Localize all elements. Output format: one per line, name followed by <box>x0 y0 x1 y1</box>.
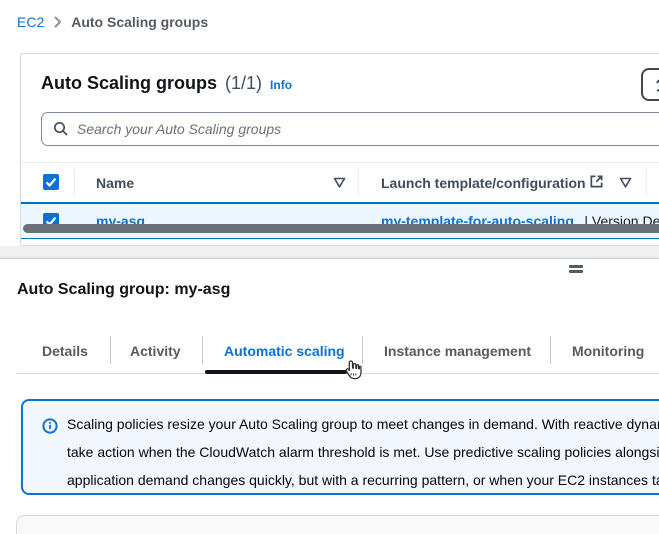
search-placeholder: Search your Auto Scaling groups <box>77 121 281 137</box>
search-input[interactable]: Search your Auto Scaling groups <box>41 112 659 146</box>
aws-console-screen: EC2 Auto Scaling groups Auto Scaling gro… <box>0 0 659 534</box>
tab-divider <box>550 336 551 364</box>
breadcrumb: EC2 Auto Scaling groups <box>17 14 208 30</box>
alert-text: Scaling policies resize your Auto Scalin… <box>67 410 659 494</box>
column-header-name[interactable]: Name <box>96 175 134 191</box>
asg-list-title: Auto Scaling groups <box>41 73 217 94</box>
tab-monitoring[interactable]: Monitoring <box>572 343 644 359</box>
tab-details[interactable]: Details <box>42 343 88 359</box>
horizontal-scrollbar[interactable] <box>23 224 659 233</box>
refresh-button[interactable] <box>641 68 659 101</box>
table-row[interactable]: my-asg my-template-for-auto-scaling | Ve… <box>21 202 659 239</box>
column-divider <box>358 169 359 195</box>
tab-instance-management[interactable]: Instance management <box>384 343 531 359</box>
tab-divider <box>202 336 203 364</box>
panel-gap-band <box>0 246 659 258</box>
split-panel-drag-handle-icon[interactable] <box>569 265 583 273</box>
breadcrumb-ec2-link[interactable]: EC2 <box>17 14 44 30</box>
active-tab-underline <box>205 370 347 374</box>
external-link-icon <box>589 174 604 189</box>
panel-title: Auto Scaling group: my-asg <box>17 281 230 299</box>
chevron-right-icon <box>53 16 62 28</box>
asg-list-header: Auto Scaling groups (1/1) Info <box>41 73 292 94</box>
scaling-policies-info-alert: Scaling policies resize your Auto Scalin… <box>21 399 659 495</box>
column-divider <box>646 169 647 195</box>
alert-line: application demand changes quickly, but … <box>67 466 659 494</box>
info-link[interactable]: Info <box>270 78 292 92</box>
alert-line: take action when the CloudWatch alarm th… <box>67 438 659 466</box>
refresh-icon <box>654 77 659 93</box>
column-header-launch-template[interactable]: Launch template/configuration <box>381 175 586 191</box>
asg-list-card: Auto Scaling groups (1/1) Info Search yo… <box>20 53 659 246</box>
select-all-checkbox[interactable] <box>43 174 59 190</box>
asg-list-count: (1/1) <box>225 73 262 94</box>
sort-icon-name[interactable] <box>333 176 346 189</box>
scaling-policies-card-fragment <box>16 515 659 534</box>
info-icon <box>42 418 58 434</box>
tab-automatic-scaling[interactable]: Automatic scaling <box>224 343 345 359</box>
alert-line: Scaling policies resize your Auto Scalin… <box>67 410 659 438</box>
column-divider <box>74 169 75 195</box>
tab-activity[interactable]: Activity <box>130 343 181 359</box>
asg-detail-split-panel: Auto Scaling group: my-asg Details Activ… <box>0 258 659 534</box>
tab-divider <box>110 336 111 364</box>
sort-icon-launch-template[interactable] <box>619 176 632 189</box>
tab-divider <box>362 336 363 364</box>
search-icon <box>53 121 69 137</box>
table-header-row: Name Launch template/configuration <box>21 163 659 202</box>
breadcrumb-current: Auto Scaling groups <box>71 14 208 30</box>
